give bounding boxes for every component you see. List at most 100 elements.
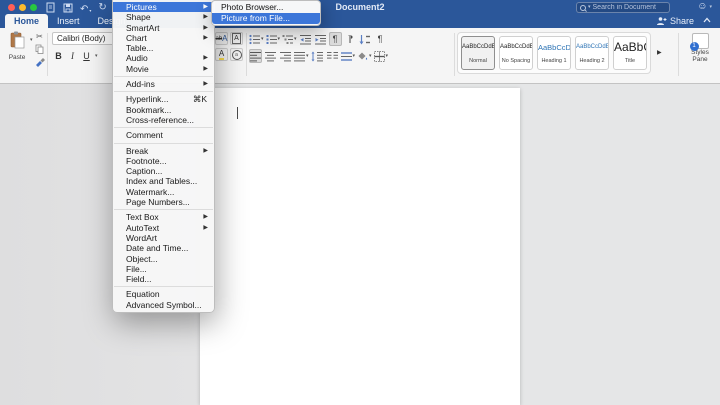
menu-item-page-numbers[interactable]: Page Numbers...	[113, 197, 214, 207]
text-highlight-button[interactable]: A	[215, 48, 228, 61]
spacing-caret-icon[interactable]: ▾	[353, 53, 356, 59]
menu-item-autotext[interactable]: AutoText ▶	[113, 223, 214, 233]
styles-pane-badge: 1	[689, 42, 699, 51]
justify-caret-icon[interactable]: ▾	[306, 53, 309, 59]
underline-caret-icon[interactable]: ▾	[95, 53, 98, 59]
menu-item-add-ins[interactable]: Add-ins ▶	[113, 79, 214, 89]
menu-item-audio[interactable]: Audio ▶	[113, 53, 214, 63]
increase-indent-button[interactable]	[314, 32, 327, 46]
right-to-left-paragraph-button[interactable]: ¶	[344, 32, 357, 46]
search-scope-caret-icon[interactable]: ▾	[588, 3, 591, 12]
document-page[interactable]	[200, 88, 520, 405]
character-border-button[interactable]: A	[230, 32, 243, 45]
format-painter-button[interactable]	[33, 56, 46, 68]
menu-item-hyperlink[interactable]: Hyperlink... ⌘K	[113, 94, 214, 104]
style-card-heading-2[interactable]: AaBbCcDdEe Heading 2	[575, 36, 609, 70]
submenu-arrow-icon: ▶	[203, 4, 208, 10]
align-center-button[interactable]	[264, 49, 277, 63]
menu-item-object[interactable]: Object...	[113, 254, 214, 264]
numbering-button[interactable]: ▾	[266, 32, 281, 46]
enclose-characters-icon: a	[231, 49, 242, 60]
bold-button[interactable]: B	[53, 50, 64, 62]
paragraph-spacing-button[interactable]: ▾	[340, 49, 356, 63]
font-format-buttons: B I U ▾	[53, 50, 98, 62]
font-name-select[interactable]: Calibri (Body)	[52, 32, 114, 45]
numbering-caret-icon[interactable]: ▾	[278, 36, 281, 42]
menu-item-date-and-time[interactable]: Date and Time...	[113, 243, 214, 253]
menu-item-chart[interactable]: Chart ▶	[113, 33, 214, 43]
underline-button[interactable]: U	[81, 50, 92, 62]
menu-item-advanced-symbol[interactable]: Advanced Symbol...	[113, 300, 214, 310]
multilevel-list-button[interactable]: ▾	[282, 32, 297, 46]
menu-item-field[interactable]: Field...	[113, 274, 214, 284]
menu-item-file[interactable]: File...	[113, 264, 214, 274]
menu-item-bookmark[interactable]: Bookmark...	[113, 105, 214, 115]
titlebar: ↶▾ ↻ Document2 ▾ Search in Document ☺ ▾ …	[0, 0, 720, 28]
columns-button[interactable]	[326, 49, 339, 63]
styles-pane-button[interactable]: 1 Styles Pane	[684, 33, 716, 63]
shading-bucket-icon	[358, 51, 368, 60]
menu-item-movie[interactable]: Movie ▶	[113, 64, 214, 74]
copy-button[interactable]	[33, 43, 46, 55]
search-input[interactable]: ▾ Search in Document	[576, 2, 670, 13]
menu-item-footnote[interactable]: Footnote...	[113, 156, 214, 166]
sort-az-icon	[359, 34, 371, 44]
style-card-title[interactable]: AaBbC Title	[613, 36, 647, 70]
menu-item-smartart[interactable]: SmartArt ▶	[113, 23, 214, 33]
menu-item-wordart[interactable]: WordArt	[113, 233, 214, 243]
multilevel-list-icon	[282, 34, 294, 44]
collapse-ribbon-icon[interactable]	[703, 17, 711, 23]
show-paragraph-marks-button[interactable]: ¶	[374, 32, 387, 46]
submenu-arrow-icon: ▶	[203, 224, 208, 231]
clear-formatting-button[interactable]: ab A	[215, 32, 228, 45]
menu-item-shape[interactable]: Shape ▶	[113, 12, 214, 22]
left-to-right-paragraph-button[interactable]: ¶	[328, 32, 342, 46]
menu-separator	[114, 127, 213, 129]
feedback-button[interactable]: ☺ ▾	[697, 1, 712, 13]
shading-button[interactable]: ▾	[357, 49, 372, 63]
character-border-icon: A	[232, 33, 241, 44]
share-button[interactable]: Share	[656, 15, 694, 27]
submenu-item-photo-browser[interactable]: Photo Browser...	[212, 2, 320, 13]
submenu-arrow-icon: ▶	[203, 34, 208, 41]
submenu-arrow-icon: ▶	[203, 55, 208, 62]
justify-button[interactable]: ▾	[294, 49, 309, 63]
align-right-button[interactable]	[279, 49, 292, 63]
menu-item-caption[interactable]: Caption...	[113, 166, 214, 176]
menu-item-pictures[interactable]: Pictures ▶	[113, 2, 214, 13]
multilevel-caret-icon[interactable]: ▾	[294, 36, 297, 42]
style-card-heading-1[interactable]: AaBbCcDd Heading 1	[537, 36, 571, 70]
menu-item-watermark[interactable]: Watermark...	[113, 187, 214, 197]
sort-button[interactable]	[359, 32, 372, 46]
line-spacing-button[interactable]	[311, 49, 324, 63]
tab-insert[interactable]: Insert	[48, 14, 89, 28]
align-left-button[interactable]	[249, 49, 262, 63]
bullets-caret-icon[interactable]: ▾	[261, 36, 264, 42]
justify-icon	[294, 51, 305, 61]
menu-separator	[114, 142, 213, 144]
menu-item-table[interactable]: Table...	[113, 43, 214, 53]
menu-item-equation[interactable]: Equation	[113, 289, 214, 299]
style-card-no-spacing[interactable]: AaBbCcDdEe No Spacing	[499, 36, 533, 70]
menu-item-cross-reference[interactable]: Cross-reference...	[113, 115, 214, 125]
decrease-indent-button[interactable]	[299, 32, 312, 46]
borders-button[interactable]: ▾	[373, 49, 389, 63]
italic-button[interactable]: I	[67, 50, 78, 62]
shading-caret-icon[interactable]: ▾	[369, 53, 372, 59]
style-card-normal[interactable]: AaBbCcDdEe Normal	[461, 36, 495, 70]
cut-button[interactable]: ✂	[33, 30, 46, 42]
bullets-button[interactable]: ▾	[249, 32, 264, 46]
menu-item-text-box[interactable]: Text Box ▶	[113, 212, 214, 222]
clear-formatting-icon: ab	[215, 35, 223, 42]
submenu-item-picture-from-file[interactable]: Picture from File...	[212, 13, 320, 24]
enclose-characters-button[interactable]: a	[230, 48, 243, 61]
paste-button[interactable]: Paste	[5, 31, 29, 61]
style-sample: AaBbCcDd	[538, 43, 571, 52]
tab-home[interactable]: Home	[5, 14, 49, 28]
submenu-arrow-icon: ▶	[203, 214, 208, 221]
borders-caret-icon[interactable]: ▾	[386, 53, 389, 59]
styles-gallery-expand-icon[interactable]: ▶	[657, 49, 662, 56]
menu-item-break[interactable]: Break ▶	[113, 146, 214, 156]
menu-item-index-and-tables[interactable]: Index and Tables...	[113, 176, 214, 186]
menu-item-comment[interactable]: Comment	[113, 130, 214, 140]
